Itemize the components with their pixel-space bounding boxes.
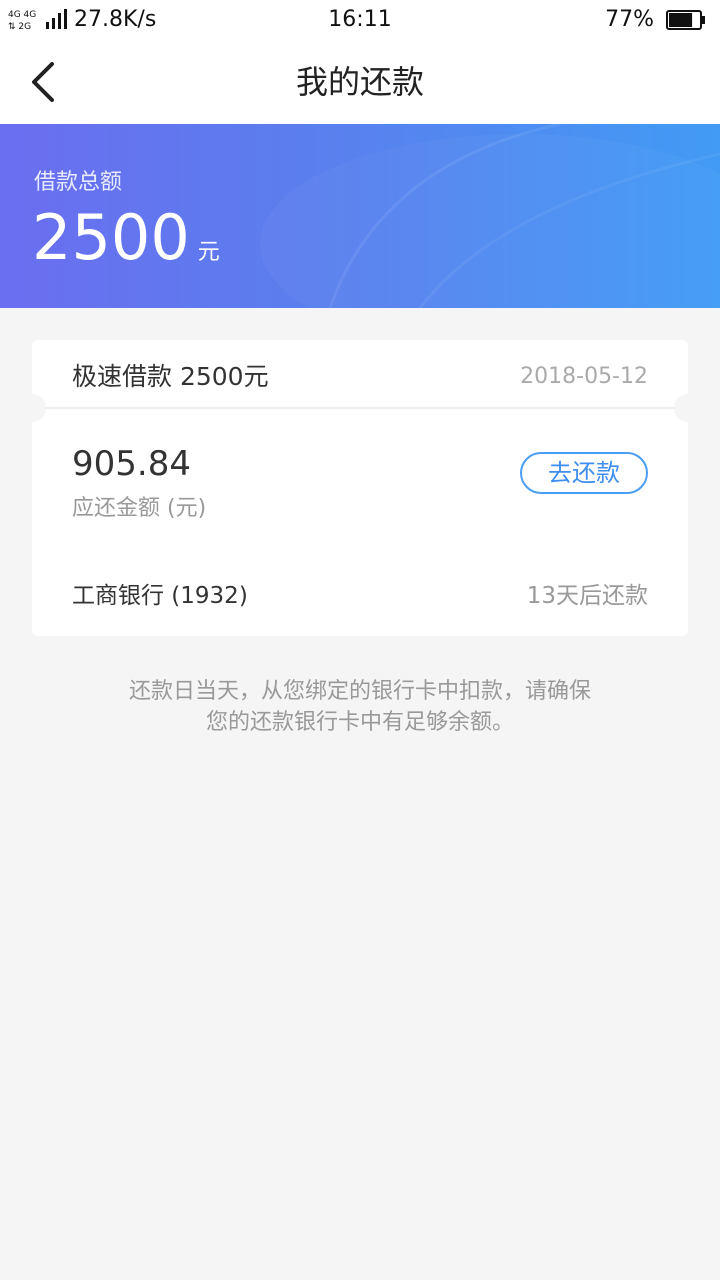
card-divider <box>44 407 676 409</box>
card-notch-right <box>674 394 702 422</box>
battery-percent: 77% <box>605 7 654 32</box>
bank-account: 工商银行 (1932) <box>72 583 248 609</box>
repay-button[interactable]: 去还款 <box>520 452 648 494</box>
loan-card: 极速借款 2500元 2018-05-12 905.84 应还金额 (元) 去还… <box>18 340 702 636</box>
repay-countdown: 13天后还款 <box>526 583 648 609</box>
total-loan-unit: 元 <box>197 240 220 265</box>
battery-icon <box>666 10 705 30</box>
card-notch-left <box>18 394 46 422</box>
page-title: 我的还款 <box>295 63 424 101</box>
total-loan-value: 2500 <box>32 201 190 274</box>
total-loan-label: 借款总额 <box>34 170 123 195</box>
loan-card-header: 极速借款 2500元 2018-05-12 <box>32 340 688 408</box>
notice-line-1: 还款日当天，从您绑定的银行卡中扣款，请确保 <box>128 679 591 704</box>
status-right: 77% <box>605 5 706 35</box>
nav-bar: 我的还款 <box>0 40 720 124</box>
notice-line-2: 您的还款银行卡中有足够余额。 <box>205 710 514 735</box>
loan-title: 极速借款 2500元 <box>72 362 269 391</box>
screen: 4G 4G ⇅ 2G 27.8K/s 16:11 77% 我的还款 借款总额 2… <box>0 0 720 1280</box>
repayment-notice: 还款日当天，从您绑定的银行卡中扣款，请确保 您的还款银行卡中有足够余额。 <box>60 676 660 738</box>
total-loan-amount: 2500 元 <box>32 200 220 291</box>
loan-date: 2018-05-12 <box>520 364 648 389</box>
status-bar: 4G 4G ⇅ 2G 27.8K/s 16:11 77% <box>0 0 720 40</box>
total-loan-banner: 借款总额 2500 元 <box>0 124 720 308</box>
due-amount-label: 应还金额 (元) <box>72 496 207 521</box>
due-amount: 905.84 <box>72 444 191 484</box>
